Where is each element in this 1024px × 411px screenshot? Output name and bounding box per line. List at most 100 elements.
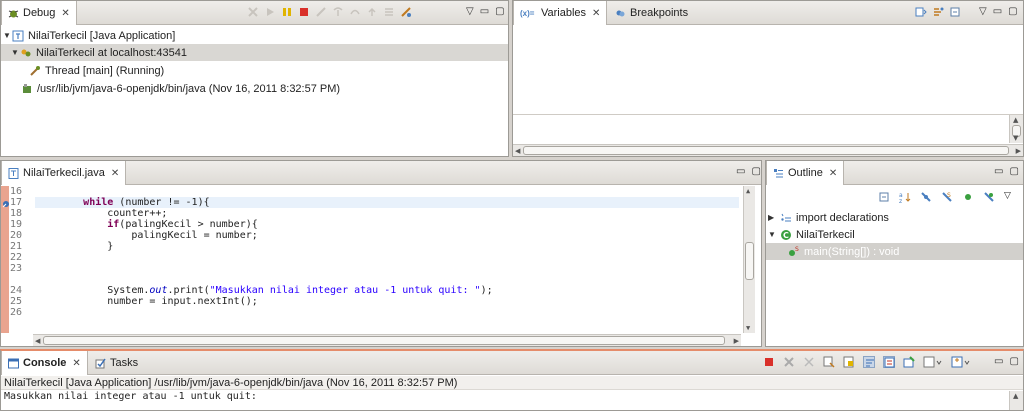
scroll-up-arrow-icon[interactable]: ▲ bbox=[1013, 116, 1018, 124]
view-menu-icon[interactable]: ▽ bbox=[466, 6, 474, 17]
minimize-icon[interactable]: ▭ bbox=[736, 166, 745, 177]
display-selected-console-icon[interactable] bbox=[923, 356, 943, 368]
scroll-left-arrow-icon[interactable]: ◀ bbox=[515, 147, 520, 155]
tree-item-vm[interactable]: ▼ NilaiTerkecil at localhost:43541 bbox=[1, 44, 508, 61]
outline-item-imports[interactable]: ▶ import declarations bbox=[766, 209, 1023, 226]
hide-fields-icon[interactable] bbox=[920, 191, 932, 203]
expand-arrow-icon[interactable]: ▼ bbox=[768, 230, 777, 239]
outline-item-method[interactable]: S main(String[]) : void bbox=[766, 243, 1023, 260]
scroll-thumb[interactable] bbox=[523, 146, 1009, 155]
scroll-thumb[interactable] bbox=[745, 242, 754, 280]
show-logical-structure-icon[interactable] bbox=[932, 6, 944, 18]
clear-console-icon[interactable] bbox=[823, 356, 835, 368]
scroll-right-arrow-icon[interactable]: ▶ bbox=[734, 337, 739, 345]
keyword: if bbox=[107, 219, 120, 230]
close-icon[interactable]: ✕ bbox=[592, 8, 600, 19]
tab-tasks[interactable]: Tasks bbox=[89, 351, 144, 375]
line-number: 19 bbox=[10, 219, 23, 230]
scroll-thumb[interactable] bbox=[43, 336, 725, 345]
code-area[interactable]: 16 17 while (number != -1){ 18 counter++… bbox=[1, 186, 761, 333]
console-output[interactable]: Masukkan nilai integer atau -1 untuk qui… bbox=[4, 391, 257, 402]
disconnect-icon[interactable] bbox=[315, 6, 327, 18]
maximize-icon[interactable]: ▢ bbox=[1009, 356, 1018, 367]
editor-tabbar: NilaiTerkecil.java ✕ ▭ ▢ bbox=[1, 161, 761, 185]
process-icon bbox=[21, 83, 33, 95]
scroll-up-arrow-icon[interactable]: ▲ bbox=[1013, 392, 1018, 400]
collapse-all-icon[interactable] bbox=[949, 6, 961, 18]
step-over-icon[interactable] bbox=[349, 6, 361, 18]
remove-all-terminated-icon[interactable] bbox=[803, 356, 815, 368]
editor-horizontal-scrollbar[interactable]: ◀ ▶ bbox=[33, 334, 741, 346]
tree-item-process[interactable]: /usr/lib/jvm/java-6-openjdk/bin/java (No… bbox=[1, 80, 508, 97]
scroll-up-arrow-icon[interactable]: ▲ bbox=[746, 187, 750, 195]
tree-item-thread[interactable]: Thread [main] (Running) bbox=[1, 62, 508, 79]
scroll-down-arrow-icon[interactable]: ▼ bbox=[746, 324, 750, 332]
line-number: 24 bbox=[10, 285, 23, 296]
view-menu-icon[interactable]: ▽ bbox=[1004, 191, 1016, 203]
scroll-right-arrow-icon[interactable]: ▶ bbox=[1016, 147, 1021, 155]
tab-console[interactable]: Console ✕ bbox=[1, 351, 88, 375]
annotation-ruler[interactable] bbox=[1, 186, 9, 333]
show-type-names-icon[interactable] bbox=[915, 6, 927, 18]
pin-console-icon[interactable] bbox=[903, 356, 915, 368]
minimize-icon[interactable]: ▭ bbox=[994, 356, 1003, 367]
tab-variables[interactable]: (x)= Variables ✕ bbox=[513, 1, 608, 25]
suspend-icon[interactable] bbox=[281, 6, 293, 18]
code-text: number = input.nextInt(); bbox=[107, 296, 258, 307]
step-into-icon[interactable] bbox=[332, 6, 344, 18]
open-console-icon[interactable] bbox=[951, 356, 971, 368]
show-console-on-output-icon[interactable] bbox=[883, 356, 895, 368]
remove-launch-icon[interactable] bbox=[783, 356, 795, 368]
collapse-all-icon[interactable] bbox=[878, 191, 890, 203]
terminate-icon[interactable] bbox=[298, 6, 310, 18]
view-menu-icon[interactable]: ▽ bbox=[979, 6, 987, 17]
tab-breakpoints[interactable]: Breakpoints bbox=[609, 1, 694, 25]
close-icon[interactable]: ✕ bbox=[111, 168, 119, 179]
breakpoint-marker-icon[interactable] bbox=[2, 200, 10, 208]
tab-editor-file[interactable]: NilaiTerkecil.java ✕ bbox=[1, 161, 127, 185]
variables-view: (x)= Variables ✕ Breakpoints ▽ ▭ ▢ ▲ ▼ ◀… bbox=[512, 0, 1024, 157]
terminate-icon[interactable] bbox=[763, 356, 775, 368]
expand-arrow-icon[interactable]: ▼ bbox=[11, 48, 20, 57]
variables-details-scrollbar[interactable]: ▲ ▼ bbox=[1009, 115, 1023, 143]
collapse-arrow-icon[interactable]: ▶ bbox=[768, 213, 777, 222]
maximize-icon[interactable]: ▢ bbox=[495, 6, 504, 17]
debug-tabbar: Debug ✕ ▽ ▭ ▢ bbox=[1, 1, 508, 25]
use-step-filters-icon[interactable] bbox=[400, 6, 412, 18]
close-icon[interactable]: ✕ bbox=[72, 358, 80, 369]
sort-icon[interactable]: az bbox=[899, 191, 911, 205]
remove-terminated-icon[interactable] bbox=[247, 6, 259, 18]
maximize-icon[interactable]: ▢ bbox=[751, 166, 760, 177]
scroll-left-arrow-icon[interactable]: ◀ bbox=[35, 337, 40, 345]
drop-to-frame-icon[interactable] bbox=[383, 6, 395, 18]
code-text: (number != -1){ bbox=[113, 197, 210, 208]
outline-item-class[interactable]: ▼ C NilaiTerkecil bbox=[766, 226, 1023, 243]
code-line: counter++; bbox=[35, 208, 739, 219]
line-number: 18 bbox=[10, 208, 23, 219]
editor-vertical-scrollbar[interactable]: ▲ ▼ bbox=[743, 186, 755, 333]
close-icon[interactable]: ✕ bbox=[61, 8, 69, 19]
tree-item-launch[interactable]: ▼ NilaiTerkecil [Java Application] bbox=[1, 27, 508, 44]
resume-icon[interactable] bbox=[264, 6, 276, 18]
tab-debug[interactable]: Debug ✕ bbox=[1, 1, 77, 25]
hide-local-types-icon[interactable] bbox=[983, 191, 995, 203]
maximize-icon[interactable]: ▢ bbox=[1008, 6, 1017, 17]
console-scrollbar[interactable]: ▲ bbox=[1009, 391, 1023, 410]
word-wrap-icon[interactable] bbox=[863, 356, 875, 368]
console-icon bbox=[8, 358, 19, 369]
step-return-icon[interactable] bbox=[366, 6, 378, 18]
close-icon[interactable]: ✕ bbox=[829, 168, 837, 179]
maximize-icon[interactable]: ▢ bbox=[1009, 166, 1018, 177]
hide-static-icon[interactable]: S bbox=[941, 191, 953, 203]
minimize-icon[interactable]: ▭ bbox=[994, 166, 1003, 177]
minimize-icon[interactable]: ▭ bbox=[480, 6, 489, 17]
scroll-down-arrow-icon[interactable]: ▼ bbox=[1013, 134, 1018, 142]
minimize-icon[interactable]: ▭ bbox=[993, 6, 1002, 17]
tab-outline[interactable]: Outline ✕ bbox=[766, 161, 845, 185]
hide-non-public-icon[interactable] bbox=[962, 191, 974, 203]
variables-horizontal-scrollbar[interactable]: ◀ ▶ bbox=[513, 144, 1023, 156]
expand-arrow-icon[interactable]: ▼ bbox=[3, 31, 12, 40]
scroll-lock-icon[interactable] bbox=[843, 356, 855, 368]
